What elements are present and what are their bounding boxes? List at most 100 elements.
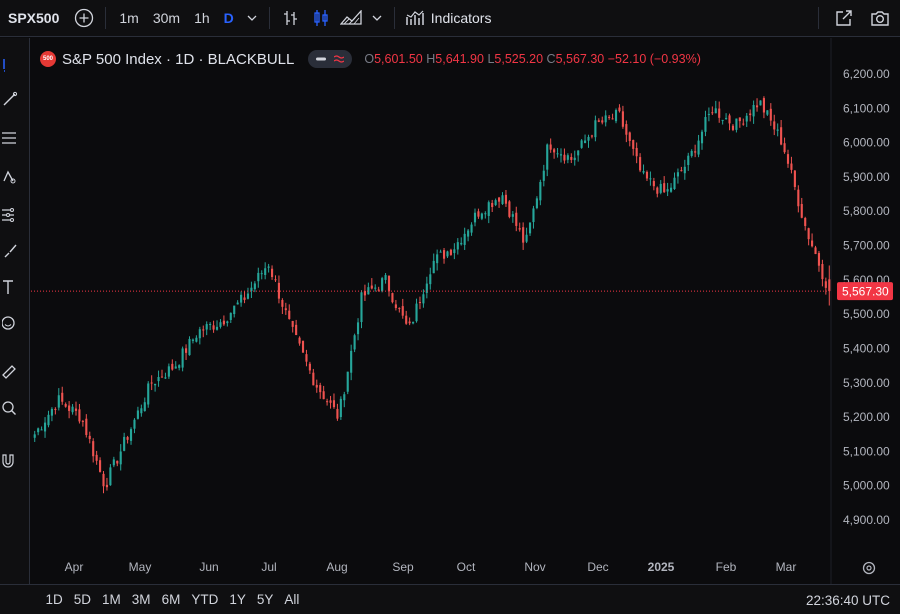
candle (126, 435, 129, 444)
candle (33, 430, 36, 442)
candle (625, 120, 628, 143)
magnet-tool[interactable] (0, 450, 20, 472)
symbol-search-button[interactable]: SPX500 (0, 3, 69, 33)
timeframe-30m[interactable]: 30m (146, 3, 187, 33)
candle (535, 196, 538, 210)
candle (614, 108, 618, 124)
range-6m[interactable]: 6M (156, 592, 186, 607)
candle (467, 228, 470, 242)
screenshot-button[interactable] (866, 3, 894, 33)
candle (501, 192, 504, 205)
timeframe-dropdown[interactable] (241, 3, 263, 33)
candle (136, 406, 139, 420)
candle (147, 381, 150, 408)
open-value: 5,601.50 (374, 52, 423, 66)
time-tick-label: Dec (587, 560, 608, 574)
indicators-button[interactable]: Indicators (401, 3, 496, 33)
timeframe-d[interactable]: D (217, 3, 241, 33)
price-chart[interactable]: 6,200.00 6,100.00 6,000.00 5,900.00 5,800.00… (31, 38, 900, 584)
candle (363, 284, 366, 302)
candle (184, 344, 188, 360)
candle (233, 305, 236, 318)
candle (209, 322, 212, 331)
candle (797, 185, 800, 213)
brush-icon (4, 244, 17, 258)
time-tick-label: Aug (326, 560, 347, 574)
candle (666, 182, 669, 197)
candle (807, 227, 810, 246)
candle (711, 106, 714, 116)
ruler-icon (2, 365, 16, 379)
candle (222, 315, 225, 326)
range-5y[interactable]: 5Y (251, 592, 279, 607)
compare-add-symbol-button[interactable] (69, 3, 99, 33)
candle (553, 147, 556, 159)
measure-tool[interactable] (0, 360, 20, 382)
timeframe-1h[interactable]: 1h (187, 3, 217, 33)
candle (608, 115, 611, 120)
price-tick-label: 5,900.00 (843, 170, 890, 184)
candle (343, 391, 346, 408)
area-chart-type-button[interactable] (336, 3, 366, 33)
candle (473, 208, 477, 227)
candle (508, 200, 511, 219)
drawing-toolbar (0, 38, 30, 584)
smiley-icon (2, 316, 15, 330)
candles-chart-type-button[interactable] (306, 3, 336, 33)
candle (346, 371, 349, 395)
legend-visibility-toggle[interactable] (308, 50, 353, 68)
candle (639, 153, 642, 173)
candle (329, 395, 332, 409)
candle (480, 212, 483, 221)
range-ytd[interactable]: YTD (186, 592, 224, 607)
candle (264, 262, 267, 280)
zoom-tool[interactable] (0, 398, 20, 420)
minus-icon (316, 57, 327, 61)
timeframe-1m[interactable]: 1m (112, 3, 145, 33)
prediction-tool[interactable] (0, 204, 20, 226)
utc-clock[interactable]: 22:36:40 UTC (806, 593, 890, 608)
candle (656, 186, 659, 198)
pattern-tool[interactable] (0, 166, 20, 188)
candle (539, 179, 542, 206)
candle (597, 118, 600, 123)
candlestick-chart[interactable]: 6,200.00 6,100.00 6,000.00 5,900.00 5,800.00… (31, 38, 900, 584)
high-value: 5,641.90 (435, 52, 484, 66)
text-tool[interactable] (0, 276, 20, 298)
candle (714, 100, 717, 114)
range-all[interactable]: All (279, 592, 305, 607)
candle (171, 359, 174, 371)
candle (628, 131, 631, 147)
fib-tool[interactable] (0, 127, 20, 149)
candle (353, 333, 356, 353)
emoji-tool[interactable] (0, 312, 20, 334)
chart-type-dropdown[interactable] (366, 3, 388, 33)
candle (776, 123, 779, 137)
candle (704, 110, 707, 137)
candle (229, 312, 232, 323)
crosshair-tool[interactable] (0, 54, 20, 76)
time-tick-label: Sep (392, 560, 414, 574)
candle (123, 432, 126, 452)
range-1d[interactable]: 1D (40, 592, 68, 607)
range-1m[interactable]: 1M (97, 592, 127, 607)
legend-title[interactable]: S&P 500 Index · 1D · BLACKBULL (62, 51, 294, 68)
snapshot-share-button[interactable] (830, 3, 858, 33)
candle (611, 113, 614, 120)
bar-chart-type-button[interactable] (276, 3, 306, 33)
chart-settings-gear-icon[interactable] (862, 561, 876, 575)
candle (246, 287, 250, 300)
candle (188, 336, 191, 356)
zoom-icon (2, 401, 16, 415)
brush-tool[interactable] (0, 240, 20, 262)
range-1y[interactable]: 1Y (224, 592, 252, 607)
plus-circle-icon (75, 8, 94, 28)
chevron-down-icon (247, 15, 257, 21)
trend-line-tool[interactable] (0, 88, 20, 110)
candle (728, 113, 731, 131)
change-value: −52.10 (−0.93%) (607, 52, 701, 66)
candle (298, 336, 301, 346)
range-5d[interactable]: 5D (68, 592, 96, 607)
symbol-logo: 500 (40, 51, 56, 67)
range-3m[interactable]: 3M (126, 592, 156, 607)
